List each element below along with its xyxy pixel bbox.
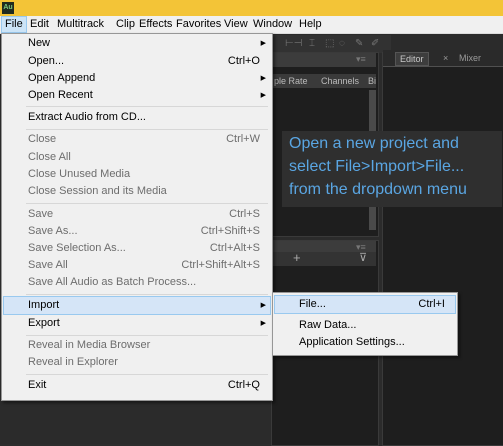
menu-favorites[interactable]: Favorites [173, 16, 224, 33]
tab-close-icon[interactable]: × [443, 52, 448, 64]
submenu-arrow-icon: ▶ [260, 320, 266, 327]
menu-item-label: Exit [28, 379, 47, 391]
menu-separator [26, 294, 268, 295]
callout-line-2: select File>Import>File... [289, 158, 465, 175]
files-column-headers: ple Rate Channels Bi [271, 74, 376, 88]
menu-item-label: Reveal in Explorer [28, 356, 118, 368]
brush-icon[interactable]: ✎ [355, 38, 363, 49]
editor-panel [382, 52, 503, 446]
filter-icon[interactable]: ⊽ [359, 251, 367, 264]
column-channels[interactable]: Channels [321, 76, 359, 86]
callout-line-1: Open a new project and [289, 135, 459, 152]
menu-item-extract-audio[interactable]: Extract Audio from CD... [4, 108, 270, 127]
menu-item-label: Save All Audio as Batch Process... [28, 276, 197, 288]
tab-editor[interactable]: Editor [395, 52, 429, 66]
menu-item-label: Close [28, 133, 57, 145]
razor-icon[interactable]: ⌶ [309, 38, 315, 49]
menu-item-import[interactable]: Import ▶ [3, 296, 271, 315]
tab-mixer[interactable]: Mixer [459, 52, 481, 64]
column-bits[interactable]: Bi [368, 76, 376, 86]
spot-heal-icon[interactable]: ✐ [371, 38, 379, 49]
menu-item-reveal-explorer[interactable]: Reveal in Explorer [4, 353, 270, 372]
menu-clip[interactable]: Clip [113, 16, 138, 33]
submenu-item-file[interactable]: File... Ctrl+I [274, 295, 456, 314]
menu-view[interactable]: View [221, 16, 251, 33]
menu-item-label: Close Session and its Media [28, 185, 167, 197]
time-selection-icon[interactable]: ⊢⊣ [285, 38, 302, 49]
files-panel-header: ▾≡ [272, 53, 376, 67]
menu-item-label: Open Recent [28, 89, 93, 101]
column-sample-rate[interactable]: ple Rate [274, 76, 308, 86]
menu-separator [26, 374, 268, 375]
menu-edit[interactable]: Edit [27, 16, 52, 33]
menu-item-close-session[interactable]: Close Session and its Media [4, 182, 270, 201]
title-bar: Au [0, 0, 503, 16]
submenu-arrow-icon: ▶ [260, 40, 266, 47]
menu-separator [26, 203, 268, 204]
menu-item-label: Extract Audio from CD... [28, 111, 146, 123]
file-menu-dropdown: New ▶ Open... Ctrl+O Open Append ▶ Open … [1, 33, 273, 401]
menu-effects[interactable]: Effects [136, 16, 175, 33]
submenu-arrow-icon: ▶ [260, 92, 266, 99]
menu-separator [26, 106, 268, 107]
tools-toolbar: ⊢⊣ ⌶ ⬚ ◌ ✎ ✐ [271, 35, 391, 53]
menu-multitrack[interactable]: Multitrack [54, 16, 107, 33]
panel-menu-icon[interactable]: ▾≡ [356, 54, 366, 65]
submenu-arrow-icon: ▶ [260, 302, 266, 309]
add-icon[interactable]: + [293, 250, 301, 265]
marquee-icon[interactable]: ⬚ [325, 38, 334, 49]
menu-item-exit[interactable]: Exit Ctrl+Q [4, 376, 270, 395]
menu-window[interactable]: Window [250, 16, 295, 33]
media-panel-toolbar: + ⊽ [271, 250, 376, 266]
menu-item-save-all-batch[interactable]: Save All Audio as Batch Process... [4, 273, 270, 292]
menu-item-open-recent[interactable]: Open Recent ▶ [4, 86, 270, 105]
menu-item-shortcut: Ctrl+W [226, 133, 260, 145]
submenu-item-application-settings[interactable]: Application Settings... [275, 333, 455, 352]
menu-item-shortcut: Ctrl+I [418, 298, 445, 310]
menu-help[interactable]: Help [296, 16, 325, 33]
menu-item-shortcut: Ctrl+Q [227, 379, 260, 391]
menu-item-new[interactable]: New ▶ [4, 34, 270, 53]
menu-item-label: File... [299, 298, 326, 310]
menu-item-label: Export [28, 317, 60, 329]
menu-item-label: Application Settings... [299, 336, 405, 348]
lasso-icon[interactable]: ◌ [339, 38, 345, 49]
audition-app-icon: Au [2, 2, 14, 14]
menu-item-label: Import [28, 299, 60, 311]
import-submenu: File... Ctrl+I Raw Data... Application S… [272, 292, 458, 356]
menu-item-close[interactable]: Close Ctrl+W [4, 130, 270, 149]
editor-tab-bar: Editor × Mixer [383, 50, 503, 67]
instruction-callout: Open a new project and select File>Impor… [282, 131, 502, 207]
menu-bar: File Edit Multitrack Clip Effects Favori… [0, 16, 503, 34]
menu-file[interactable]: File [1, 16, 27, 33]
callout-line-3: from the dropdown menu [289, 181, 467, 198]
menu-item-export[interactable]: Export ▶ [4, 314, 270, 333]
menu-item-label: New [28, 37, 51, 49]
